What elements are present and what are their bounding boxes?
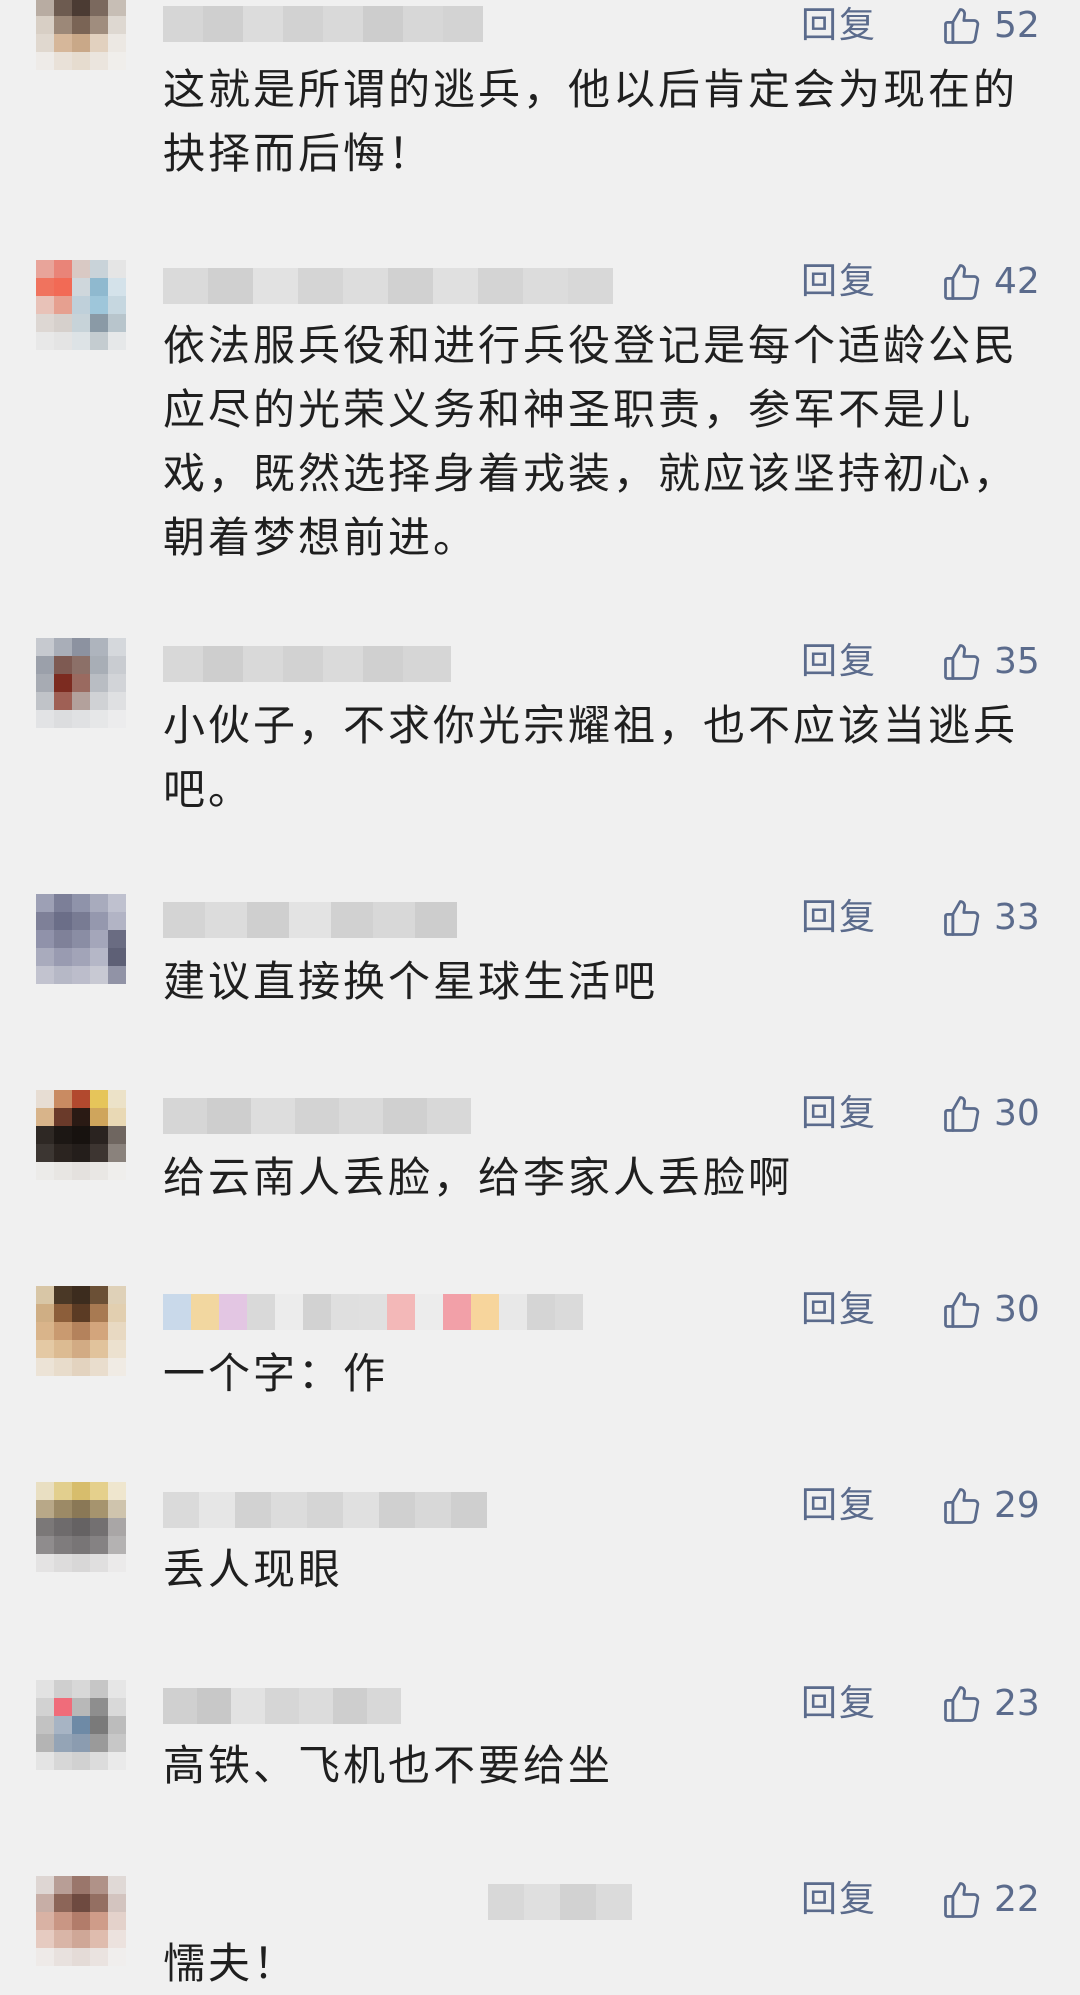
like-button[interactable]: 30 xyxy=(940,1090,1050,1138)
avatar[interactable] xyxy=(36,894,126,984)
like-button[interactable]: 35 xyxy=(940,638,1050,686)
avatar[interactable] xyxy=(36,1286,126,1376)
like-button[interactable]: 29 xyxy=(940,1482,1050,1530)
comment-text: 建议直接换个星球生活吧 xyxy=(163,957,659,1006)
like-count: 30 xyxy=(994,1093,1040,1134)
like-button[interactable]: 33 xyxy=(940,894,1050,942)
like-count: 30 xyxy=(994,1289,1040,1330)
like-button[interactable]: 22 xyxy=(940,1876,1050,1924)
nickname-pixelated[interactable] xyxy=(163,6,483,42)
reply-button[interactable]: 回复 xyxy=(801,1094,877,1134)
reply-button[interactable]: 回复 xyxy=(801,1684,877,1724)
reply-button[interactable]: 回复 xyxy=(801,1290,877,1330)
comment-text: 依法服兵役和进行兵役登记是每个适龄公民应尽的光荣义务和神圣职责，参军不是儿戏，既… xyxy=(163,321,1019,562)
avatar[interactable] xyxy=(36,1680,126,1770)
thumbs-up-icon xyxy=(944,8,980,44)
comment-text: 这就是所谓的逃兵，他以后肯定会为现在的抉择而后悔！ xyxy=(163,65,1019,178)
thumbs-up-icon xyxy=(944,1488,980,1524)
avatar[interactable] xyxy=(36,1876,126,1966)
nickname-pixelated[interactable] xyxy=(163,1688,401,1724)
avatar[interactable] xyxy=(36,1482,126,1572)
reply-button[interactable]: 回复 xyxy=(801,1880,877,1920)
reply-button[interactable]: 回复 xyxy=(801,6,877,46)
comment-text: 高铁、飞机也不要给坐 xyxy=(163,1741,614,1790)
comment-text: 小伙子，不求你光宗耀祖，也不应该当逃兵吧。 xyxy=(163,701,1019,814)
like-count: 42 xyxy=(994,261,1040,302)
reply-button[interactable]: 回复 xyxy=(801,262,877,302)
comment-text: 懦夫！ xyxy=(163,1939,299,1988)
nickname-pixelated[interactable] xyxy=(163,1294,583,1330)
thumbs-up-icon xyxy=(944,900,980,936)
nickname-pixelated[interactable] xyxy=(163,646,451,682)
nickname-pixelated[interactable] xyxy=(488,1884,632,1920)
nickname-pixelated[interactable] xyxy=(163,1492,487,1528)
like-count: 22 xyxy=(994,1879,1040,1920)
reply-button[interactable]: 回复 xyxy=(801,898,877,938)
reply-button[interactable]: 回复 xyxy=(801,642,877,682)
like-count: 23 xyxy=(994,1683,1040,1724)
like-count: 35 xyxy=(994,641,1040,682)
like-count: 29 xyxy=(994,1485,1040,1526)
nickname-pixelated[interactable] xyxy=(163,1098,471,1134)
thumbs-up-icon xyxy=(944,1292,980,1328)
like-button[interactable]: 52 xyxy=(940,2,1050,50)
avatar[interactable] xyxy=(36,638,126,728)
thumbs-up-icon xyxy=(944,1096,980,1132)
like-button[interactable]: 30 xyxy=(940,1286,1050,1334)
like-button[interactable]: 42 xyxy=(940,258,1050,306)
comment-list: 回复 52 这就是所谓的逃兵，他以后肯定会为现在的抉择而后悔！ 回复 42 依法… xyxy=(0,0,1080,1995)
nickname-pixelated[interactable] xyxy=(163,902,457,938)
like-count: 33 xyxy=(994,897,1040,938)
like-button[interactable]: 23 xyxy=(940,1680,1050,1728)
thumbs-up-icon xyxy=(944,644,980,680)
reply-button[interactable]: 回复 xyxy=(801,1486,877,1526)
avatar[interactable] xyxy=(36,260,126,350)
thumbs-up-icon xyxy=(944,1882,980,1918)
nickname-pixelated[interactable] xyxy=(163,268,613,304)
like-count: 52 xyxy=(994,5,1040,46)
thumbs-up-icon xyxy=(944,264,980,300)
comment-text: 一个字：作 xyxy=(163,1349,389,1398)
avatar[interactable] xyxy=(36,0,126,70)
thumbs-up-icon xyxy=(944,1686,980,1722)
avatar[interactable] xyxy=(36,1090,126,1180)
comment-text: 丢人现眼 xyxy=(163,1545,344,1594)
comment-text: 给云南人丢脸，给李家人丢脸啊 xyxy=(163,1153,794,1202)
